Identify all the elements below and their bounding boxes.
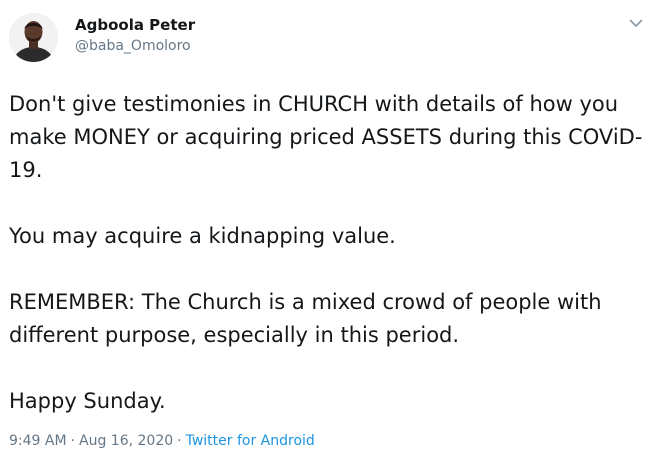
author-display-name[interactable]: Agboola Peter [75,15,195,35]
author-block[interactable]: Agboola Peter @baba_Omoloro [75,15,195,56]
tweet-source-link[interactable]: Twitter for Android [186,433,315,449]
tweet-paragraph: Don't give testimonies in CHURCH with de… [9,92,643,182]
tweet-text: Don't give testimonies in CHURCH with de… [9,88,655,418]
separator: · [177,433,182,449]
tweet-timestamp[interactable]: 9:49 AM · Aug 16, 2020 [9,433,173,449]
separator: · [70,433,75,449]
author-handle[interactable]: @baba_Omoloro [75,36,195,56]
tweet-paragraph: REMEMBER: The Church is a mixed crowd of… [9,290,602,347]
tweet-time[interactable]: 9:49 AM [9,433,67,449]
tweet-date[interactable]: Aug 16, 2020 [79,433,173,449]
tweet-paragraph: You may acquire a kidnapping value. [9,224,396,248]
more-options-button[interactable] [627,14,645,32]
avatar[interactable] [9,13,58,62]
tweet-paragraph: Happy Sunday. [9,389,166,413]
profile-photo-icon [9,13,58,62]
tweet-metadata: 9:49 AM · Aug 16, 2020 · Twitter for Android [9,431,315,451]
chevron-down-icon [629,19,643,27]
tweet-card: Agboola Peter @baba_Omoloro Don't give t… [0,0,662,466]
